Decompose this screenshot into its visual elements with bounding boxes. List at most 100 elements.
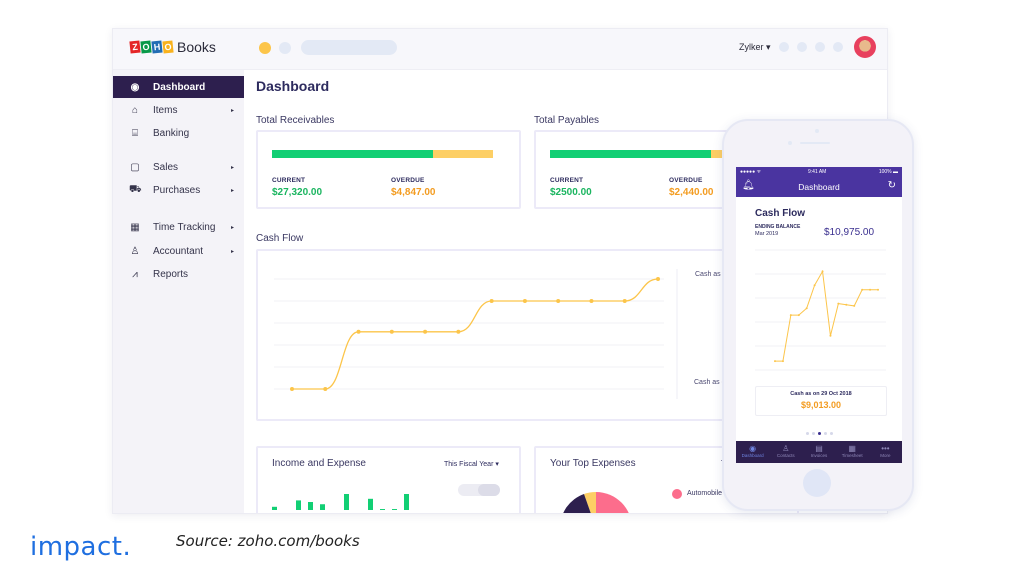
chevron-right-icon: ▸ bbox=[230, 224, 234, 231]
invoice-icon: ▤ bbox=[815, 444, 823, 453]
phone-tab-bar: ◉ Dashboard ♙ Contacts ▤ Invoices ▦ Timeshee… bbox=[736, 441, 902, 463]
data-point bbox=[356, 329, 361, 334]
impact-logo: impact. bbox=[30, 532, 132, 562]
data-point bbox=[805, 307, 808, 310]
receivables-title: Total Receivables bbox=[256, 115, 335, 126]
phone-tab-dashboard[interactable]: ◉ Dashboard bbox=[736, 441, 769, 463]
data-point bbox=[837, 302, 840, 305]
dashboard-icon: ◉ bbox=[130, 81, 140, 93]
receivables-current-bar bbox=[272, 150, 434, 158]
phone-cash-flow-line bbox=[775, 269, 878, 362]
sidebar-item-banking[interactable]: ⌸ Banking bbox=[113, 122, 244, 144]
payables-current-value: $2500.00 bbox=[550, 187, 592, 198]
tab-label: Timesheet bbox=[841, 453, 863, 458]
sidebar-item-label: Items bbox=[153, 104, 178, 116]
data-point bbox=[389, 329, 394, 334]
ending-balance-label: ENDING BALANCE bbox=[755, 224, 801, 230]
tab-label: Invoices bbox=[810, 453, 828, 458]
user-avatar[interactable] bbox=[854, 36, 876, 58]
data-point bbox=[423, 329, 428, 334]
sidebar-item-label: Banking bbox=[153, 127, 190, 139]
search-input[interactable] bbox=[301, 40, 397, 55]
sidebar-item-reports[interactable]: ⩘ Reports bbox=[113, 263, 244, 285]
sidebar-item-label: Dashboard bbox=[153, 81, 206, 93]
chevron-right-icon: ▸ bbox=[230, 248, 234, 255]
topbar-icon[interactable] bbox=[833, 42, 843, 52]
phone-card-title: Cash Flow bbox=[755, 208, 806, 219]
battery-icon: 100% ▬ bbox=[878, 169, 898, 175]
placeholder-dot[interactable] bbox=[279, 42, 291, 54]
bar bbox=[392, 509, 397, 510]
fiscal-year-dropdown[interactable]: This Fiscal Year ▾ bbox=[444, 460, 499, 468]
sidebar-item-dashboard[interactable]: ◉ Dashboard bbox=[113, 76, 244, 98]
source-caption: Source: zoho.com/books bbox=[176, 532, 360, 550]
toggle-knob bbox=[478, 484, 500, 496]
topbar-icon[interactable] bbox=[815, 42, 825, 52]
logo-letter: Z bbox=[129, 40, 141, 54]
zoho-letters: Z O H O bbox=[129, 40, 174, 54]
phone-tab-more[interactable]: ••• More bbox=[869, 441, 902, 463]
topbar-icon[interactable] bbox=[779, 42, 789, 52]
data-point bbox=[774, 360, 776, 363]
refresh-icon[interactable]: ↻ bbox=[888, 180, 896, 191]
zoho-books-logo[interactable]: Z O H O Books bbox=[129, 39, 216, 55]
dashboard-icon: ◉ bbox=[749, 444, 757, 453]
sidebar-item-purchases[interactable]: ⛟ Purchases ▸ bbox=[113, 179, 244, 201]
calendar-icon: ▦ bbox=[130, 221, 140, 233]
phone-sensor bbox=[788, 141, 792, 145]
bar bbox=[344, 494, 349, 510]
receivables-current-value: $27,320.00 bbox=[272, 187, 323, 198]
sidebar-item-accountant[interactable]: ♙ Accountant ▸ bbox=[113, 240, 244, 262]
sidebar-item-label: Time Tracking bbox=[153, 221, 216, 233]
page-title: Dashboard bbox=[256, 78, 330, 94]
phone-tab-timesheet[interactable]: ▦ Timesheet bbox=[836, 441, 869, 463]
org-switcher[interactable]: Zylker ▾ bbox=[739, 42, 771, 53]
cash-as-on-label: Cash as on 29 Oct 2018 bbox=[790, 391, 852, 397]
ending-balance-date: Mar 2019 bbox=[755, 231, 779, 237]
bar bbox=[320, 504, 325, 510]
receivables-card[interactable]: CURRENT $27,320.00 OVERDUE $4,847.00 bbox=[256, 130, 521, 209]
data-point bbox=[845, 303, 848, 306]
receivables-overdue-bar bbox=[433, 150, 493, 158]
sidebar-item-time-tracking[interactable]: ▦ Time Tracking ▸ bbox=[113, 216, 244, 238]
sidebar-item-items[interactable]: ⌂ Items ▸ bbox=[113, 99, 244, 121]
overdue-label: OVERDUE bbox=[391, 177, 425, 184]
page-dot-active[interactable] bbox=[818, 432, 821, 435]
sidebar-item-sales[interactable]: ▢ Sales ▸ bbox=[113, 156, 244, 178]
phone-screen: ●●●●● ᯤ 9:41 AM 100% ▬ 🔔︎ Dashboard ↻ Ca… bbox=[736, 167, 902, 463]
page-dot[interactable] bbox=[812, 432, 815, 435]
top-bar: Z O H O Books Zylker ▾ bbox=[113, 29, 887, 70]
logo-letter: H bbox=[151, 40, 163, 54]
sidebar-item-label: Accountant bbox=[153, 245, 204, 257]
ending-balance-value: $10,975.00 bbox=[824, 227, 875, 238]
sidebar-item-label: Purchases bbox=[153, 184, 201, 196]
phone-tab-invoices[interactable]: ▤ Invoices bbox=[802, 441, 835, 463]
tab-label: More bbox=[880, 453, 891, 458]
payables-overdue-value: $2,440.00 bbox=[669, 187, 714, 198]
current-label: CURRENT bbox=[272, 177, 306, 184]
logo-letter: O bbox=[162, 40, 174, 54]
topbar-icon[interactable] bbox=[797, 42, 807, 52]
page-dot[interactable] bbox=[806, 432, 809, 435]
page-dot[interactable] bbox=[824, 432, 827, 435]
notification-dot[interactable] bbox=[259, 42, 271, 54]
data-point bbox=[456, 329, 461, 334]
phone-home-button[interactable] bbox=[803, 469, 831, 497]
tab-label: Dashboard bbox=[741, 453, 764, 458]
sidebar: ◉ Dashboard ⌂ Items ▸ ⌸ Banking ▢ Sales … bbox=[113, 70, 244, 513]
shopping-bag-icon: ▢ bbox=[130, 161, 140, 173]
phone-header: ●●●●● ᯤ 9:41 AM 100% ▬ 🔔︎ Dashboard ↻ bbox=[736, 167, 902, 197]
income-expense-title: Income and Expense bbox=[272, 458, 366, 469]
pie-slice-automobile bbox=[596, 492, 629, 513]
page-indicator bbox=[806, 432, 833, 435]
bar bbox=[308, 502, 313, 510]
phone-tab-contacts[interactable]: ♙ Contacts bbox=[769, 441, 802, 463]
contacts-icon: ♙ bbox=[782, 444, 790, 453]
data-point bbox=[656, 277, 660, 281]
chevron-right-icon: ▸ bbox=[230, 107, 234, 114]
data-point bbox=[589, 299, 594, 303]
chevron-right-icon: ▸ bbox=[230, 187, 234, 194]
page-dot[interactable] bbox=[830, 432, 833, 435]
chevron-right-icon: ▸ bbox=[230, 164, 234, 171]
data-point bbox=[622, 299, 627, 303]
